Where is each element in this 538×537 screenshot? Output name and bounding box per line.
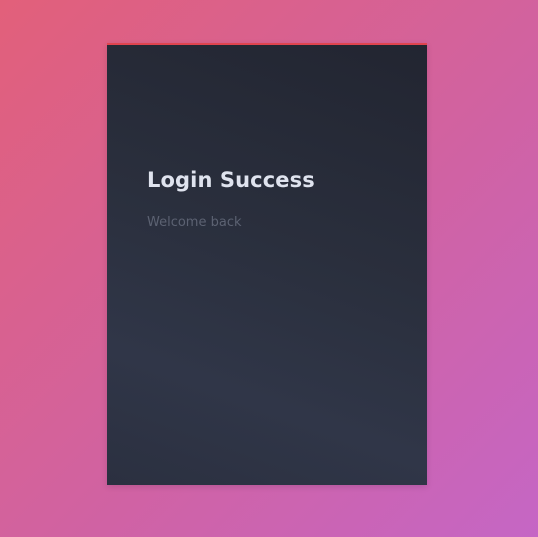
page-background: { "card": { "title": "Login Success", "s… <box>0 0 538 537</box>
card-title: Login Success <box>147 168 315 192</box>
card-subtitle: Welcome back <box>147 215 242 230</box>
login-success-card: Login Success Welcome back <box>107 43 427 485</box>
